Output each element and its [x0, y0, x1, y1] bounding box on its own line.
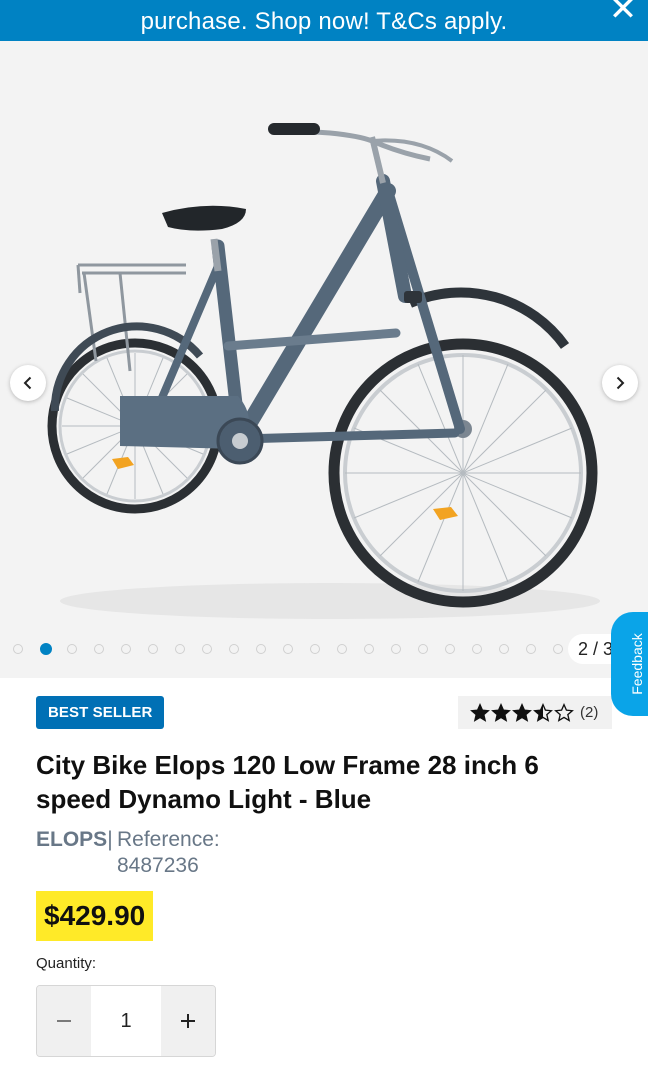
pagination-dot[interactable] [499, 644, 509, 654]
pagination-dot[interactable] [94, 644, 104, 654]
pagination-dot[interactable] [364, 644, 374, 654]
product-image-gallery[interactable]: 2 / 3 [0, 41, 648, 678]
image-pagination-dots [0, 642, 580, 656]
pagination-dot[interactable] [283, 644, 293, 654]
quantity-input[interactable] [91, 986, 161, 1056]
star-filled-icon [491, 702, 511, 722]
pagination-dot[interactable] [256, 644, 266, 654]
rating-stars [470, 702, 574, 723]
previous-image-button[interactable] [10, 365, 46, 401]
increment-quantity-button[interactable] [161, 986, 215, 1056]
best-seller-badge: BEST SELLER [36, 696, 165, 729]
close-icon[interactable]: ✕ [608, 0, 638, 26]
rating-count: (2) [580, 704, 599, 721]
city-bike-image [47, 123, 600, 619]
product-reference: Reference: 8487236 [117, 828, 220, 877]
chevron-left-icon [23, 376, 32, 390]
promo-banner-text: purchase. Shop now! T&Cs apply. [140, 8, 508, 35]
star-filled-icon [470, 702, 490, 722]
pagination-dot[interactable] [121, 644, 131, 654]
quantity-stepper [36, 985, 216, 1057]
pagination-dot[interactable] [391, 644, 401, 654]
front-wheel [328, 338, 598, 608]
product-price: $429.90 [36, 891, 154, 941]
decrement-quantity-button[interactable] [37, 986, 91, 1056]
star-half-icon [533, 702, 553, 722]
pagination-dot[interactable] [175, 644, 185, 654]
promo-banner: purchase. Shop now! T&Cs apply. ✕ [0, 0, 648, 41]
product-rating[interactable]: (2) [458, 696, 612, 729]
brand-row: ELOPS| [36, 827, 113, 853]
pagination-dot[interactable] [472, 644, 482, 654]
pagination-dot[interactable] [337, 644, 347, 654]
reference-separator: | [107, 828, 113, 851]
pagination-dot[interactable] [67, 644, 77, 654]
minus-icon [57, 1020, 71, 1022]
star-empty-icon [554, 702, 574, 722]
quantity-label: Quantity: [36, 955, 97, 972]
pagination-dot[interactable] [13, 644, 23, 654]
feedback-tab[interactable]: Feedback [611, 612, 648, 716]
product-title: City Bike Elops 120 Low Frame 28 inch 6 … [36, 750, 539, 814]
pagination-dot[interactable] [148, 644, 158, 654]
pagination-dot[interactable] [229, 644, 239, 654]
pagination-dot[interactable] [418, 644, 428, 654]
next-image-button[interactable] [602, 365, 638, 401]
pagination-dot[interactable] [553, 644, 563, 654]
brand-link[interactable]: ELOPS [36, 828, 107, 851]
pagination-dot[interactable] [40, 643, 52, 655]
pagination-dot[interactable] [202, 644, 212, 654]
plus-icon [181, 1014, 195, 1028]
pagination-dot[interactable] [310, 644, 320, 654]
star-filled-icon [512, 702, 532, 722]
feedback-label: Feedback [629, 633, 645, 695]
pagination-dot[interactable] [445, 644, 455, 654]
chevron-right-icon [616, 376, 625, 390]
pagination-dot[interactable] [526, 644, 536, 654]
